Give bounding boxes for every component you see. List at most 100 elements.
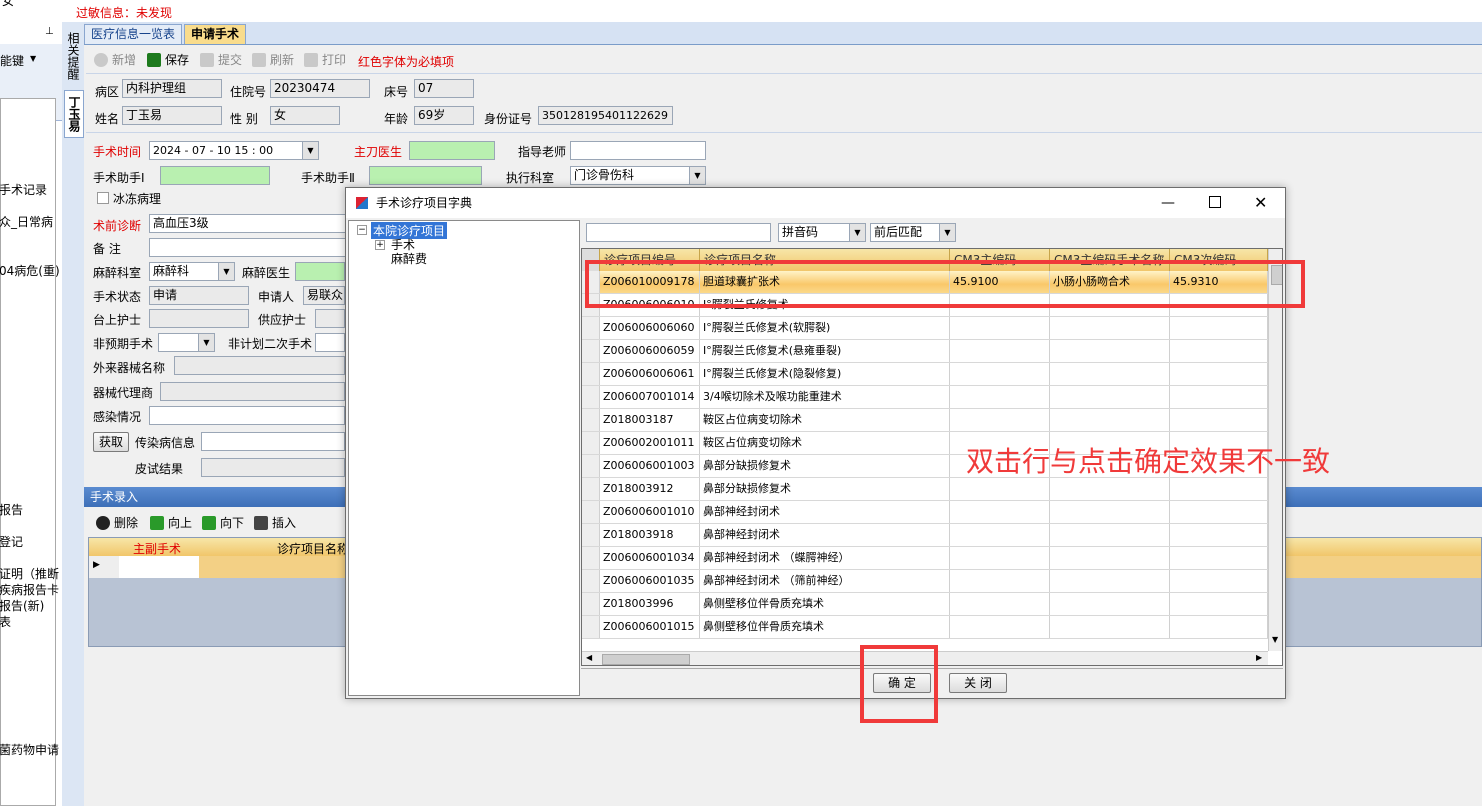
chevron-down-icon[interactable]: ▼ <box>939 224 955 241</box>
scroll-right-icon[interactable]: ▶ <box>1256 653 1262 662</box>
shortcut-dropdown[interactable]: 能键 <box>0 52 24 69</box>
tab-patient[interactable]: 丁玉易 <box>64 90 84 138</box>
agent-field[interactable] <box>160 382 345 401</box>
refresh-button[interactable]: 刷新 <box>252 51 294 69</box>
save-button[interactable]: 保存 <box>147 51 189 69</box>
table-row[interactable]: Z006006006061 Ⅰ°腭裂兰氏修复术(隐裂修复) <box>582 363 1268 386</box>
left-item[interactable]: 表 <box>0 613 11 630</box>
left-item[interactable]: 菌药物申请 <box>0 741 59 758</box>
delete-button[interactable]: 删除 <box>96 514 138 532</box>
table-row[interactable]: Z006006001034 鼻部神经封闭术 （蝶腭神经） <box>582 547 1268 570</box>
row-header[interactable] <box>582 340 600 362</box>
contagious-field[interactable] <box>201 432 345 451</box>
table-row[interactable]: Z018003912 鼻部分缺损修复术 <box>582 478 1268 501</box>
minimize-icon[interactable]: — <box>1161 188 1175 218</box>
hscroll-thumb[interactable] <box>602 654 690 665</box>
row-header[interactable] <box>582 524 600 546</box>
assist2-field[interactable] <box>369 166 482 185</box>
row-header[interactable] <box>582 455 600 477</box>
infection-field[interactable] <box>149 406 345 425</box>
frozen-checkbox[interactable] <box>97 192 109 204</box>
assist1-field[interactable] <box>160 166 270 185</box>
anes-dept-select[interactable]: 麻醉科 ▼ <box>149 262 235 281</box>
table-row[interactable]: Z006006006060 Ⅰ°腭裂兰氏修复术(软腭裂) <box>582 317 1268 340</box>
chevron-down-icon[interactable]: ▼ <box>218 263 234 280</box>
match-select[interactable]: 前后匹配 ▼ <box>870 223 956 242</box>
expand-icon[interactable]: + <box>375 240 385 250</box>
device-field[interactable] <box>174 356 345 375</box>
get-button[interactable]: 获取 <box>93 432 129 452</box>
table-row[interactable]: Z018003996 鼻侧壁移位伴骨质充填术 <box>582 593 1268 616</box>
mentor-field[interactable] <box>570 141 706 160</box>
dept-select[interactable]: 门诊骨伤科 ▼ <box>570 166 706 185</box>
left-item[interactable]: 报告 <box>0 501 23 518</box>
row-header[interactable] <box>582 501 600 523</box>
print-button[interactable]: 打印 <box>304 51 346 69</box>
note-field[interactable] <box>149 238 349 257</box>
time-picker[interactable]: 2024 - 07 - 10 15 : 00 ▼ <box>149 141 319 160</box>
row-header[interactable] <box>582 409 600 431</box>
refresh-label: 刷新 <box>270 53 295 67</box>
second-select[interactable] <box>315 333 345 352</box>
tab-apply-surgery[interactable]: 申请手术 <box>184 24 247 44</box>
table-row[interactable]: Z018003918 鼻部神经封闭术 <box>582 524 1268 547</box>
anes-doc-field[interactable] <box>295 262 345 281</box>
chevron-down-icon[interactable]: ▼ <box>849 224 865 241</box>
collapse-icon[interactable]: − <box>357 225 367 235</box>
mode-select[interactable]: 拼音码 ▼ <box>778 223 866 242</box>
down-label: 向下 <box>220 516 245 530</box>
row-header[interactable] <box>582 363 600 385</box>
tab-medical-overview[interactable]: 医疗信息一览表 <box>84 24 183 44</box>
chevron-down-icon[interactable]: ▼ <box>302 142 318 159</box>
arrow-up-icon <box>150 516 164 530</box>
skin-field[interactable] <box>201 458 345 477</box>
cell-name: 鼻部分缺损修复术 <box>700 478 950 500</box>
row-header[interactable] <box>582 593 600 615</box>
left-item[interactable]: 疾病报告卡 <box>0 581 59 598</box>
close-button[interactable]: 关 闭 <box>949 673 1007 693</box>
row-header[interactable] <box>582 478 600 500</box>
entry-cell-main[interactable] <box>119 556 199 578</box>
cell-cm3b <box>1170 363 1268 385</box>
table-row[interactable]: Z006006001035 鼻部神经封闭术 （筛前神经） <box>582 570 1268 593</box>
left-item[interactable]: 登记 <box>0 533 23 550</box>
row-header[interactable] <box>582 432 600 454</box>
left-item[interactable]: 04病危(重) <box>0 262 60 279</box>
chevron-down-icon[interactable]: ▼ <box>689 167 705 184</box>
insert-icon <box>254 516 268 530</box>
nurse-field[interactable] <box>149 309 249 328</box>
dict-search-input[interactable] <box>586 223 771 242</box>
maximize-icon[interactable] <box>1209 196 1221 208</box>
new-button[interactable]: 新增 <box>94 51 136 69</box>
pin-icon[interactable]: ⊥ <box>45 26 54 37</box>
insert-button[interactable]: 插入 <box>254 514 296 532</box>
row-header[interactable] <box>582 386 600 408</box>
row-header[interactable] <box>582 570 600 592</box>
surgeon-field[interactable] <box>409 141 495 160</box>
table-row[interactable]: Z018003187 鞍区占位病变切除术 <box>582 409 1268 432</box>
scroll-down-icon[interactable]: ▼ <box>1272 635 1278 644</box>
table-row[interactable]: Z006006006059 Ⅰ°腭裂兰氏修复术(悬雍垂裂) <box>582 340 1268 363</box>
table-row[interactable]: Z006006001010 鼻部神经封闭术 <box>582 501 1268 524</box>
left-item[interactable]: 报告(新) <box>0 597 44 614</box>
up-button[interactable]: 向上 <box>150 514 192 532</box>
row-header[interactable] <box>582 547 600 569</box>
table-row[interactable]: Z006007001014 3/4喉切除术及喉功能重建术 <box>582 386 1268 409</box>
table-row[interactable]: Z006006001015 鼻侧壁移位伴骨质充填术 <box>582 616 1268 639</box>
supply-field[interactable] <box>315 309 345 328</box>
row-header[interactable] <box>582 317 600 339</box>
left-item[interactable]: 手术记录 <box>0 181 47 198</box>
row-header[interactable] <box>582 616 600 638</box>
tab-reminders[interactable]: 相关提醒 <box>64 26 82 86</box>
tree-item-anesthesia[interactable]: 麻醉费 <box>391 250 427 267</box>
close-icon[interactable]: ✕ <box>1254 188 1267 218</box>
down-button[interactable]: 向下 <box>202 514 244 532</box>
dx-field[interactable]: 高血压3级 <box>149 214 349 233</box>
unplanned-select[interactable]: ▼ <box>158 333 215 352</box>
chevron-down-icon[interactable]: ▼ <box>30 54 36 63</box>
submit-button[interactable]: 提交 <box>200 51 242 69</box>
chevron-down-icon[interactable]: ▼ <box>198 334 214 351</box>
left-item[interactable]: 证明（推断 <box>0 565 59 582</box>
scroll-left-icon[interactable]: ◀ <box>586 653 592 662</box>
left-item[interactable]: 众_日常病 <box>0 213 53 230</box>
